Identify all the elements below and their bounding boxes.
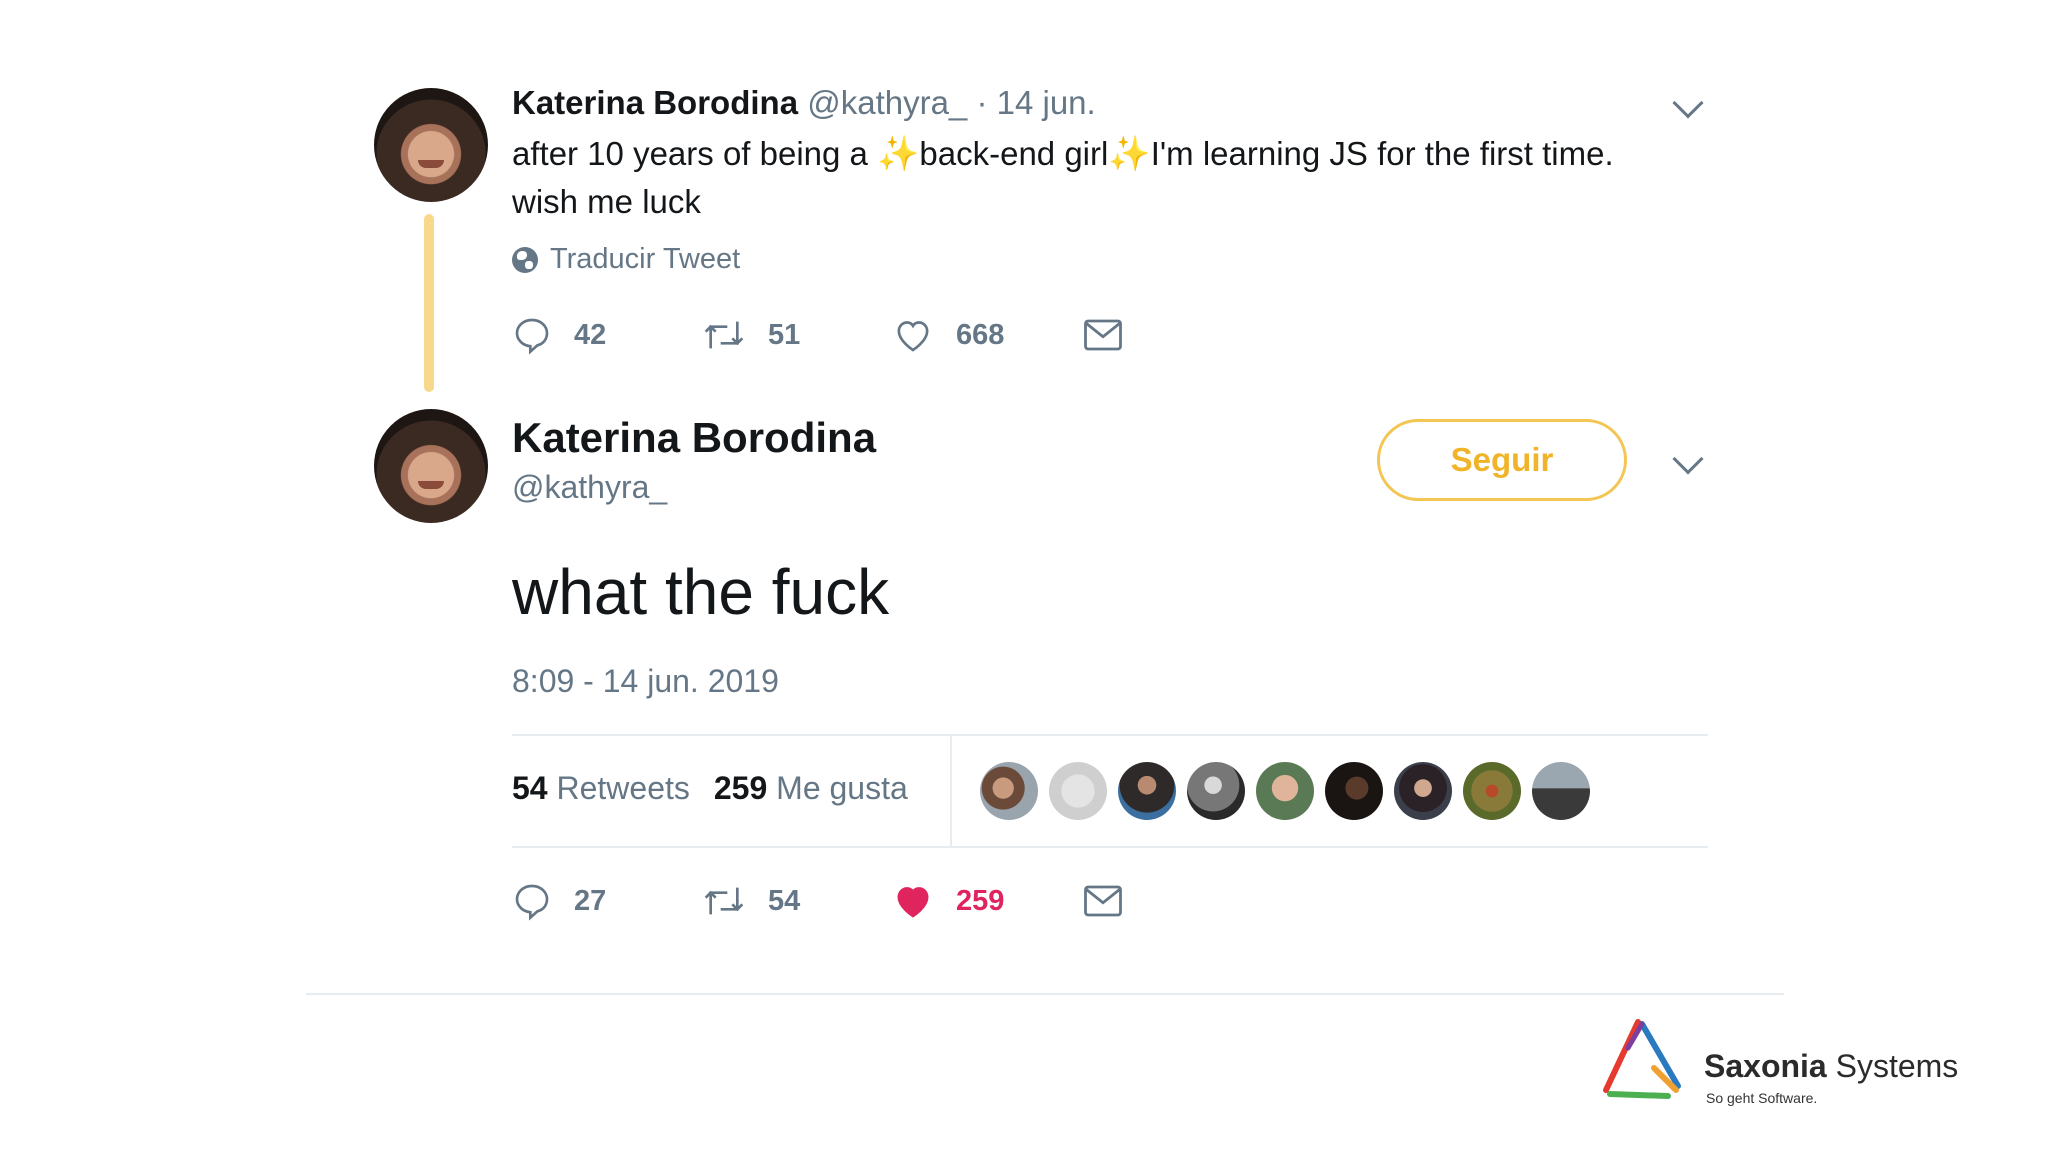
translate-label: Traducir Tweet	[550, 243, 741, 275]
heart-icon	[897, 887, 929, 918]
thread-line	[424, 214, 434, 392]
brand-name-regular: Systems	[1826, 1048, 1959, 1084]
retweets-count: 54	[512, 770, 548, 806]
avatar[interactable]	[374, 409, 488, 523]
reply-count: 42	[574, 318, 607, 351]
saxonia-logo-icon	[1603, 1019, 1681, 1099]
tweet-text-part: after 10 years of being a	[512, 135, 878, 172]
likes-stat[interactable]: 259 Me gusta	[714, 770, 908, 807]
retweet-button[interactable]: 54	[702, 881, 892, 921]
envelope-icon	[1084, 885, 1122, 917]
liker-avatar[interactable]	[1394, 762, 1452, 820]
liker-avatar[interactable]	[1118, 762, 1176, 820]
reply-button[interactable]: 27	[512, 881, 702, 921]
globe-icon	[512, 246, 538, 273]
retweet-icon	[704, 887, 744, 915]
author-name[interactable]: Katerina Borodina	[512, 414, 876, 462]
retweet-count: 54	[768, 884, 801, 917]
tweet-actions: 27 54 259	[512, 877, 1146, 925]
saxonia-brand: Saxonia Systems So geht Software.	[1598, 1018, 2008, 1118]
direct-message-button[interactable]	[1082, 883, 1146, 919]
liker-avatar[interactable]	[1049, 762, 1107, 820]
liker-avatar[interactable]	[1325, 762, 1383, 820]
likes-label: Me gusta	[776, 770, 908, 806]
divider	[512, 734, 1708, 736]
page-divider	[306, 993, 1784, 995]
tweet-text-part: I'm learning JS for the first time.	[1150, 135, 1614, 172]
liker-avatar[interactable]	[1463, 762, 1521, 820]
author-handle[interactable]: @kathyra_	[512, 469, 667, 506]
tweet-header: Katerina Borodina @kathyra_ · 14 jun.	[512, 84, 1096, 122]
brand-name: Saxonia Systems	[1704, 1048, 1958, 1085]
tweet-timestamp[interactable]: 8:09 - 14 jun. 2019	[512, 663, 779, 700]
tweet-actions: 42 51 668	[512, 311, 1146, 359]
follow-button[interactable]: Seguir	[1377, 419, 1627, 501]
like-count: 259	[956, 884, 1005, 917]
tweet-date[interactable]: · 14 jun.	[976, 84, 1095, 121]
like-count: 668	[956, 318, 1005, 351]
reply-button[interactable]: 42	[512, 315, 702, 355]
liker-avatar[interactable]	[1187, 762, 1245, 820]
retweets-label: Retweets	[556, 770, 690, 806]
chevron-down-icon[interactable]	[1672, 443, 1704, 475]
avatar[interactable]	[374, 88, 488, 202]
translate-tweet-link[interactable]: Traducir Tweet	[512, 243, 740, 276]
direct-message-button[interactable]	[1082, 317, 1146, 353]
envelope-icon	[1084, 319, 1122, 351]
like-button[interactable]: 668	[892, 315, 1082, 355]
retweets-stat[interactable]: 54 Retweets	[512, 770, 690, 807]
tweet-text-part: wish me luck	[512, 183, 701, 220]
like-button[interactable]: 259	[892, 881, 1082, 921]
author-name[interactable]: Katerina Borodina	[512, 84, 798, 121]
tweet-text-part: back-end girl	[919, 135, 1109, 172]
stats-separator	[950, 736, 952, 846]
retweet-button[interactable]: 51	[702, 315, 892, 355]
divider	[512, 846, 1708, 848]
author-handle[interactable]: @kathyra_	[807, 84, 967, 121]
chevron-down-icon[interactable]	[1672, 87, 1704, 119]
heart-icon	[897, 321, 929, 352]
reply-count: 27	[574, 884, 607, 917]
liker-avatar[interactable]	[980, 762, 1038, 820]
tweet-text: what the fuck	[512, 556, 890, 628]
likes-count: 259	[713, 770, 768, 806]
liker-avatar[interactable]	[1532, 762, 1590, 820]
brand-tagline: So geht Software.	[1706, 1090, 1818, 1106]
retweet-count: 51	[768, 318, 801, 351]
reply-icon	[515, 318, 549, 355]
sparkles-icon: ✨	[877, 135, 920, 173]
tweet-stats: 54 Retweets 259 Me gusta	[512, 770, 908, 807]
liker-avatars	[980, 762, 1590, 820]
sparkles-icon: ✨	[1108, 135, 1151, 173]
reply-icon	[515, 884, 549, 921]
liker-avatar[interactable]	[1256, 762, 1314, 820]
tweet-text: after 10 years of being a ✨back-end girl…	[512, 130, 1692, 225]
brand-name-bold: Saxonia	[1704, 1048, 1827, 1084]
retweet-icon	[704, 321, 744, 349]
